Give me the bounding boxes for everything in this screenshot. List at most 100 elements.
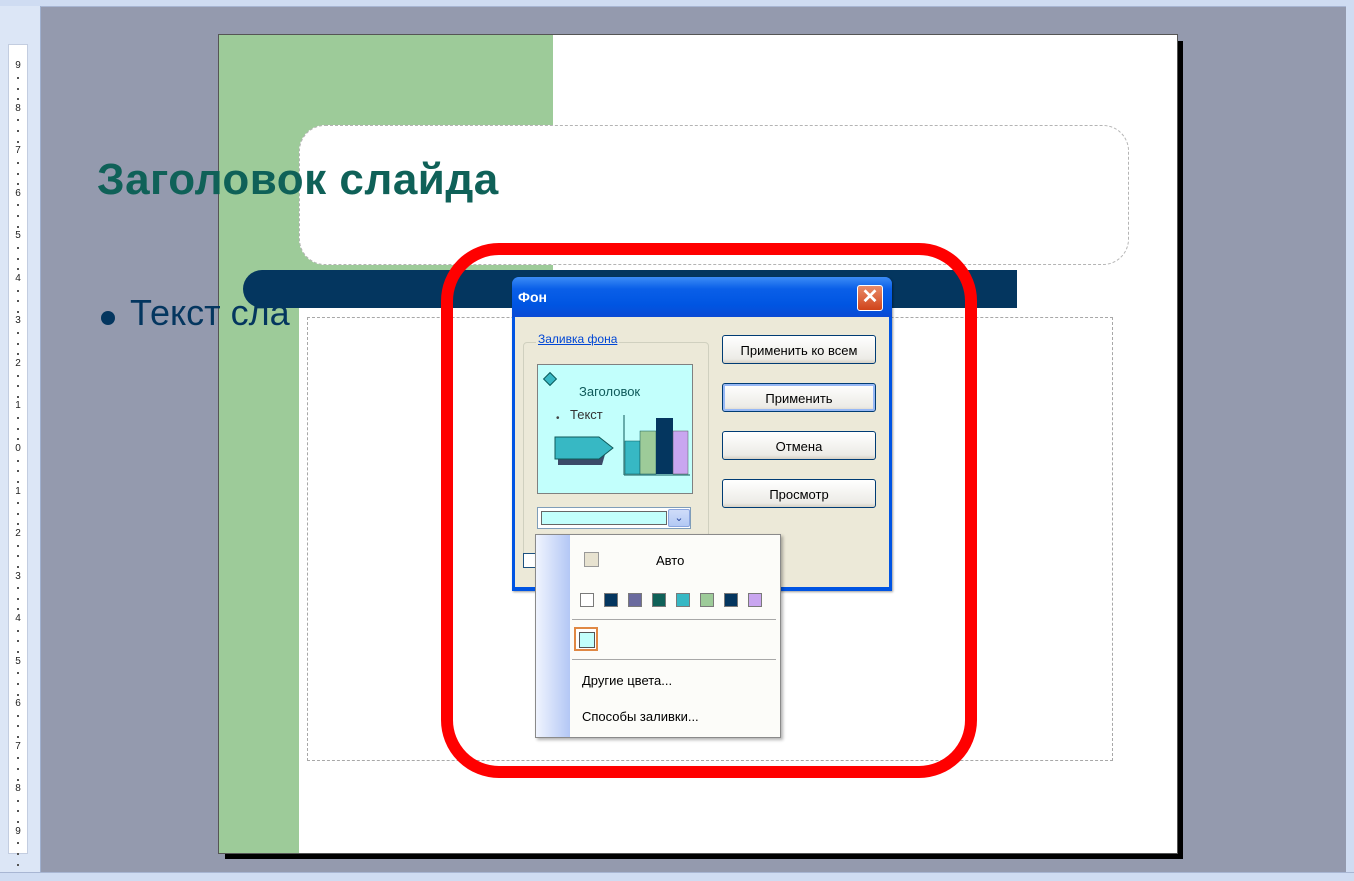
ruler-dot	[17, 821, 19, 824]
ruler-number: 7	[15, 145, 21, 157]
ruler-dot	[17, 204, 19, 207]
dialog-title: Фон	[518, 289, 547, 305]
ruler-dot	[17, 395, 19, 398]
apply-to-all-button[interactable]: Применить ко всем	[722, 335, 876, 364]
ruler-dot	[17, 736, 19, 739]
ruler-dot	[17, 310, 19, 313]
palette-swatch[interactable]	[748, 593, 762, 607]
ruler-dot	[17, 714, 19, 717]
cancel-button[interactable]: Отмена	[722, 431, 876, 460]
ruler-dot	[17, 565, 19, 568]
ruler-dot	[17, 119, 19, 122]
palette-swatch[interactable]	[700, 593, 714, 607]
ruler-dot	[17, 183, 19, 186]
ruler-dot	[17, 523, 19, 526]
ruler-number: 2	[15, 357, 21, 369]
ruler-dot	[17, 682, 19, 685]
ruler-dot	[17, 725, 19, 728]
auto-color-label[interactable]: Авто	[656, 553, 684, 568]
ruler-dot	[17, 98, 19, 101]
ruler-dot	[17, 608, 19, 611]
ruler-number: 1	[15, 485, 21, 497]
ruler-dot	[17, 353, 19, 356]
ruler-dot	[17, 587, 19, 590]
ruler-dot	[17, 161, 19, 164]
ruler-dot	[17, 544, 19, 547]
ruler-dot	[17, 76, 19, 79]
ruler-number: 5	[15, 655, 21, 667]
ruler-dot	[17, 555, 19, 558]
fill-color-select[interactable]: ⌄	[537, 507, 691, 529]
bullet-icon	[101, 311, 115, 325]
ruler-number: 9	[15, 825, 21, 837]
recent-color-fill	[579, 632, 595, 648]
menu-separator	[572, 659, 776, 660]
ruler-dot	[17, 215, 19, 218]
ruler-dot	[17, 640, 19, 643]
ruler-dot	[17, 342, 19, 345]
chevron-down-icon[interactable]: ⌄	[668, 509, 690, 527]
ruler-dot	[17, 693, 19, 696]
ruler-dot	[17, 512, 19, 515]
ruler-number: 6	[15, 698, 21, 710]
ruler-dot	[17, 502, 19, 505]
palette-swatch[interactable]	[724, 593, 738, 607]
fill-effects-item[interactable]: Способы заливки...	[582, 709, 699, 724]
ruler-dot	[17, 268, 19, 271]
ruler-number: 3	[15, 315, 21, 327]
selected-color-swatch	[541, 511, 667, 525]
ruler-dot	[17, 778, 19, 781]
vertical-ruler: 9 8 7 6 5 4 3 2 1 0 1 2 3 4 5 6 7 8 9	[0, 6, 41, 872]
ruler-number: 7	[15, 740, 21, 752]
ruler-number: 6	[15, 187, 21, 199]
ruler-number: 1	[15, 400, 21, 412]
ruler-number: 3	[15, 570, 21, 582]
ruler-dot	[17, 810, 19, 813]
ruler-dot	[17, 459, 19, 462]
ruler-number: 5	[15, 230, 21, 242]
ruler-number: 4	[15, 272, 21, 284]
preview-button[interactable]: Просмотр	[722, 479, 876, 508]
ruler-dot	[17, 799, 19, 802]
close-icon[interactable]: ✕	[857, 285, 883, 311]
auto-color-swatch[interactable]	[584, 552, 599, 567]
apply-button[interactable]: Применить	[722, 383, 876, 412]
ruler-number: 4	[15, 613, 21, 625]
ruler-dot	[17, 629, 19, 632]
ruler-dot	[17, 672, 19, 675]
more-colors-item[interactable]: Другие цвета...	[582, 673, 672, 688]
ruler-dot	[17, 289, 19, 292]
right-scroll-edge[interactable]	[1346, 6, 1354, 872]
ruler-dot	[17, 427, 19, 430]
ruler-dot	[17, 225, 19, 228]
ruler-dot	[17, 172, 19, 175]
recent-color-swatch[interactable]	[574, 627, 598, 651]
ruler-track: 9 8 7 6 5 4 3 2 1 0 1 2 3 4 5 6 7 8 9	[8, 44, 28, 866]
ruler-number: 0	[15, 443, 21, 454]
menu-side-bar	[536, 535, 570, 737]
ruler-dot	[17, 438, 19, 441]
ruler-dot	[17, 853, 19, 855]
ruler-dot	[17, 767, 19, 770]
ruler-dot	[17, 140, 19, 143]
background-fill-label: Заливка фона	[536, 332, 620, 346]
palette-swatch[interactable]	[604, 593, 618, 607]
palette-swatch[interactable]	[580, 593, 594, 607]
ruler-number: 8	[15, 102, 21, 114]
color-dropdown-menu: Авто Другие цвета... Способы заливки...	[535, 534, 781, 738]
ruler-dot	[17, 863, 19, 866]
ruler-dot	[17, 597, 19, 600]
palette-swatch[interactable]	[676, 593, 690, 607]
palette-swatch[interactable]	[628, 593, 642, 607]
slide-title[interactable]: Заголовок слайда	[97, 155, 499, 205]
ruler-number: 8	[15, 783, 21, 795]
dialog-titlebar[interactable]: Фон ✕	[512, 277, 892, 317]
preview-shapes-icon	[554, 415, 690, 476]
ruler-dot	[17, 87, 19, 90]
ruler-dot	[17, 651, 19, 653]
ruler-dot	[17, 757, 19, 760]
slide-bullet-text[interactable]: Текст сла	[130, 292, 290, 334]
palette-swatch[interactable]	[652, 593, 666, 607]
ruler-dot	[17, 257, 19, 260]
ruler-dot	[17, 470, 19, 473]
